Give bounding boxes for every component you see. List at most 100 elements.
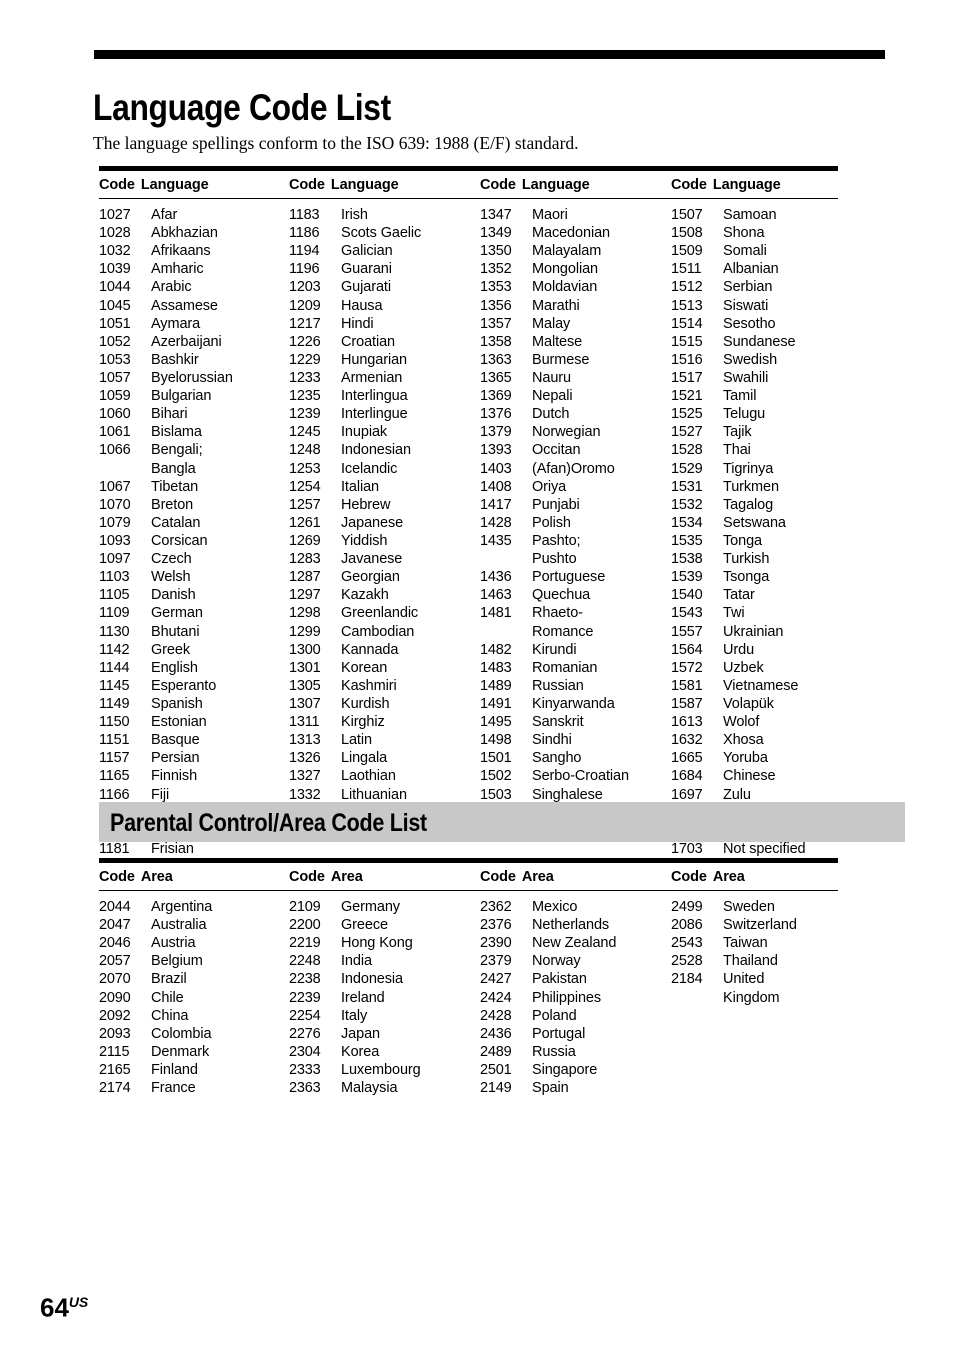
row-name: Dutch <box>532 406 570 423</box>
row-name: Swahili <box>723 369 769 386</box>
row-name: Frisian <box>151 840 194 857</box>
row-name: Australia <box>151 917 207 934</box>
row-name: Polish <box>532 514 571 531</box>
row-code: 1217 <box>289 315 321 332</box>
header-code-label: Code <box>99 869 135 885</box>
row-code: 2543 <box>671 935 703 952</box>
row-code: 1145 <box>99 677 130 694</box>
row-name: Tigrinya <box>723 460 774 477</box>
row-name: English <box>151 659 198 676</box>
row-code: 1253 <box>289 460 321 477</box>
row-name: Volapük <box>723 695 774 712</box>
row-code: 1436 <box>480 569 512 586</box>
row-name: Uzbek <box>723 659 764 676</box>
row-name: Brazil <box>151 971 187 988</box>
row-code: 2248 <box>289 953 321 970</box>
row-code: 1045 <box>99 297 131 314</box>
row-name: Cambodian <box>341 623 415 640</box>
header-value-label: Language <box>521 177 590 193</box>
row-name: Vietnamese <box>723 677 799 694</box>
row-name: Tatar <box>723 587 755 604</box>
row-code: 1283 <box>289 551 321 568</box>
column-header-area-1: Code Area <box>99 869 173 886</box>
row-name: Occitan <box>532 442 581 459</box>
row-name: Latin <box>341 732 372 749</box>
row-code: 1684 <box>671 768 703 785</box>
row-name: Yoruba <box>723 750 768 767</box>
row-name: Quechua <box>532 587 591 604</box>
row-code: 1245 <box>289 424 321 441</box>
row-code: 2057 <box>99 953 131 970</box>
row-name: Finnish <box>151 768 198 785</box>
row-name: Mexico <box>532 899 578 915</box>
row-code: 1313 <box>289 732 321 749</box>
row-name: Indonesia <box>341 971 403 988</box>
row-name: Bihari <box>151 406 188 423</box>
row-name: United <box>723 971 765 988</box>
row-code: 1369 <box>480 388 512 405</box>
row-code: 1299 <box>289 623 321 640</box>
row-name: Bashkir <box>151 351 199 368</box>
row-name: Welsh <box>151 569 191 586</box>
row-name: Inupiak <box>341 424 388 441</box>
row-name: Irish <box>341 207 368 223</box>
row-code: 1066 <box>99 442 131 459</box>
row-name: Korea <box>341 1043 380 1060</box>
row-code: 1109 <box>99 605 130 622</box>
row-code: 1511 <box>671 261 702 278</box>
column-header-area-4: Code Area <box>671 869 745 886</box>
row-code: 1393 <box>480 442 512 459</box>
row-code: 1515 <box>671 333 703 350</box>
row-name: Aymara <box>151 315 201 332</box>
row-code: 1356 <box>480 297 512 314</box>
row-code: 1067 <box>99 478 131 495</box>
row-code: 2376 <box>480 917 512 934</box>
row-code: 1363 <box>480 351 512 368</box>
row-name: Xhosa <box>723 732 764 749</box>
row-code: 1349 <box>480 225 512 242</box>
row-code: 1298 <box>289 605 321 622</box>
row-code: 1516 <box>671 351 703 368</box>
row-code: 2093 <box>99 1025 131 1042</box>
row-name: Scots Gaelic <box>341 225 422 242</box>
header-value-label: Area <box>521 869 554 885</box>
row-code: 1557 <box>671 623 703 640</box>
row-name: Czech <box>151 551 192 568</box>
row-code: 1613 <box>671 714 703 731</box>
row-code: 1233 <box>289 369 321 386</box>
row-name: Sanskrit <box>532 714 584 731</box>
section-banner-title: Parental Control/Area Code List <box>110 809 427 837</box>
row-name: Kannada <box>341 641 399 658</box>
row-code: 2090 <box>99 989 131 1006</box>
row-code: 1581 <box>671 677 703 694</box>
row-code: 1503 <box>480 786 512 803</box>
row-code: 1300 <box>289 641 321 658</box>
row-name: Italy <box>341 1007 368 1024</box>
row-name: Interlingua <box>341 388 408 405</box>
row-name: Siswati <box>723 297 769 314</box>
header-code-label: Code <box>671 869 707 885</box>
row-name: Romanian <box>532 659 598 676</box>
row-code: 1097 <box>99 551 131 568</box>
row-code: 2070 <box>99 971 131 988</box>
row-code: 2501 <box>480 1061 512 1078</box>
row-name: Bhutani <box>151 623 200 640</box>
row-code: 1543 <box>671 605 703 622</box>
row-name: Ukrainian <box>723 623 784 640</box>
row-code: 1697 <box>671 786 703 803</box>
table-header-rule <box>99 890 838 891</box>
row-code: 1463 <box>480 587 512 604</box>
section-banner-parental-control: Parental Control/Area Code List <box>99 802 905 842</box>
row-code: 1183 <box>289 207 320 223</box>
row-name: Marathi <box>532 297 580 314</box>
row-code: 1209 <box>289 297 321 314</box>
row-name: Singhalese <box>532 786 603 803</box>
row-name: Switzerland <box>723 917 797 934</box>
row-code: 1507 <box>671 207 703 223</box>
row-name: Laothian <box>341 768 396 785</box>
row-name: Spain <box>532 1080 569 1097</box>
row-code: 1435 <box>480 532 512 549</box>
row-name: Rhaeto- <box>532 605 583 622</box>
row-code: 2436 <box>480 1025 512 1042</box>
row-code: 2304 <box>289 1043 321 1060</box>
